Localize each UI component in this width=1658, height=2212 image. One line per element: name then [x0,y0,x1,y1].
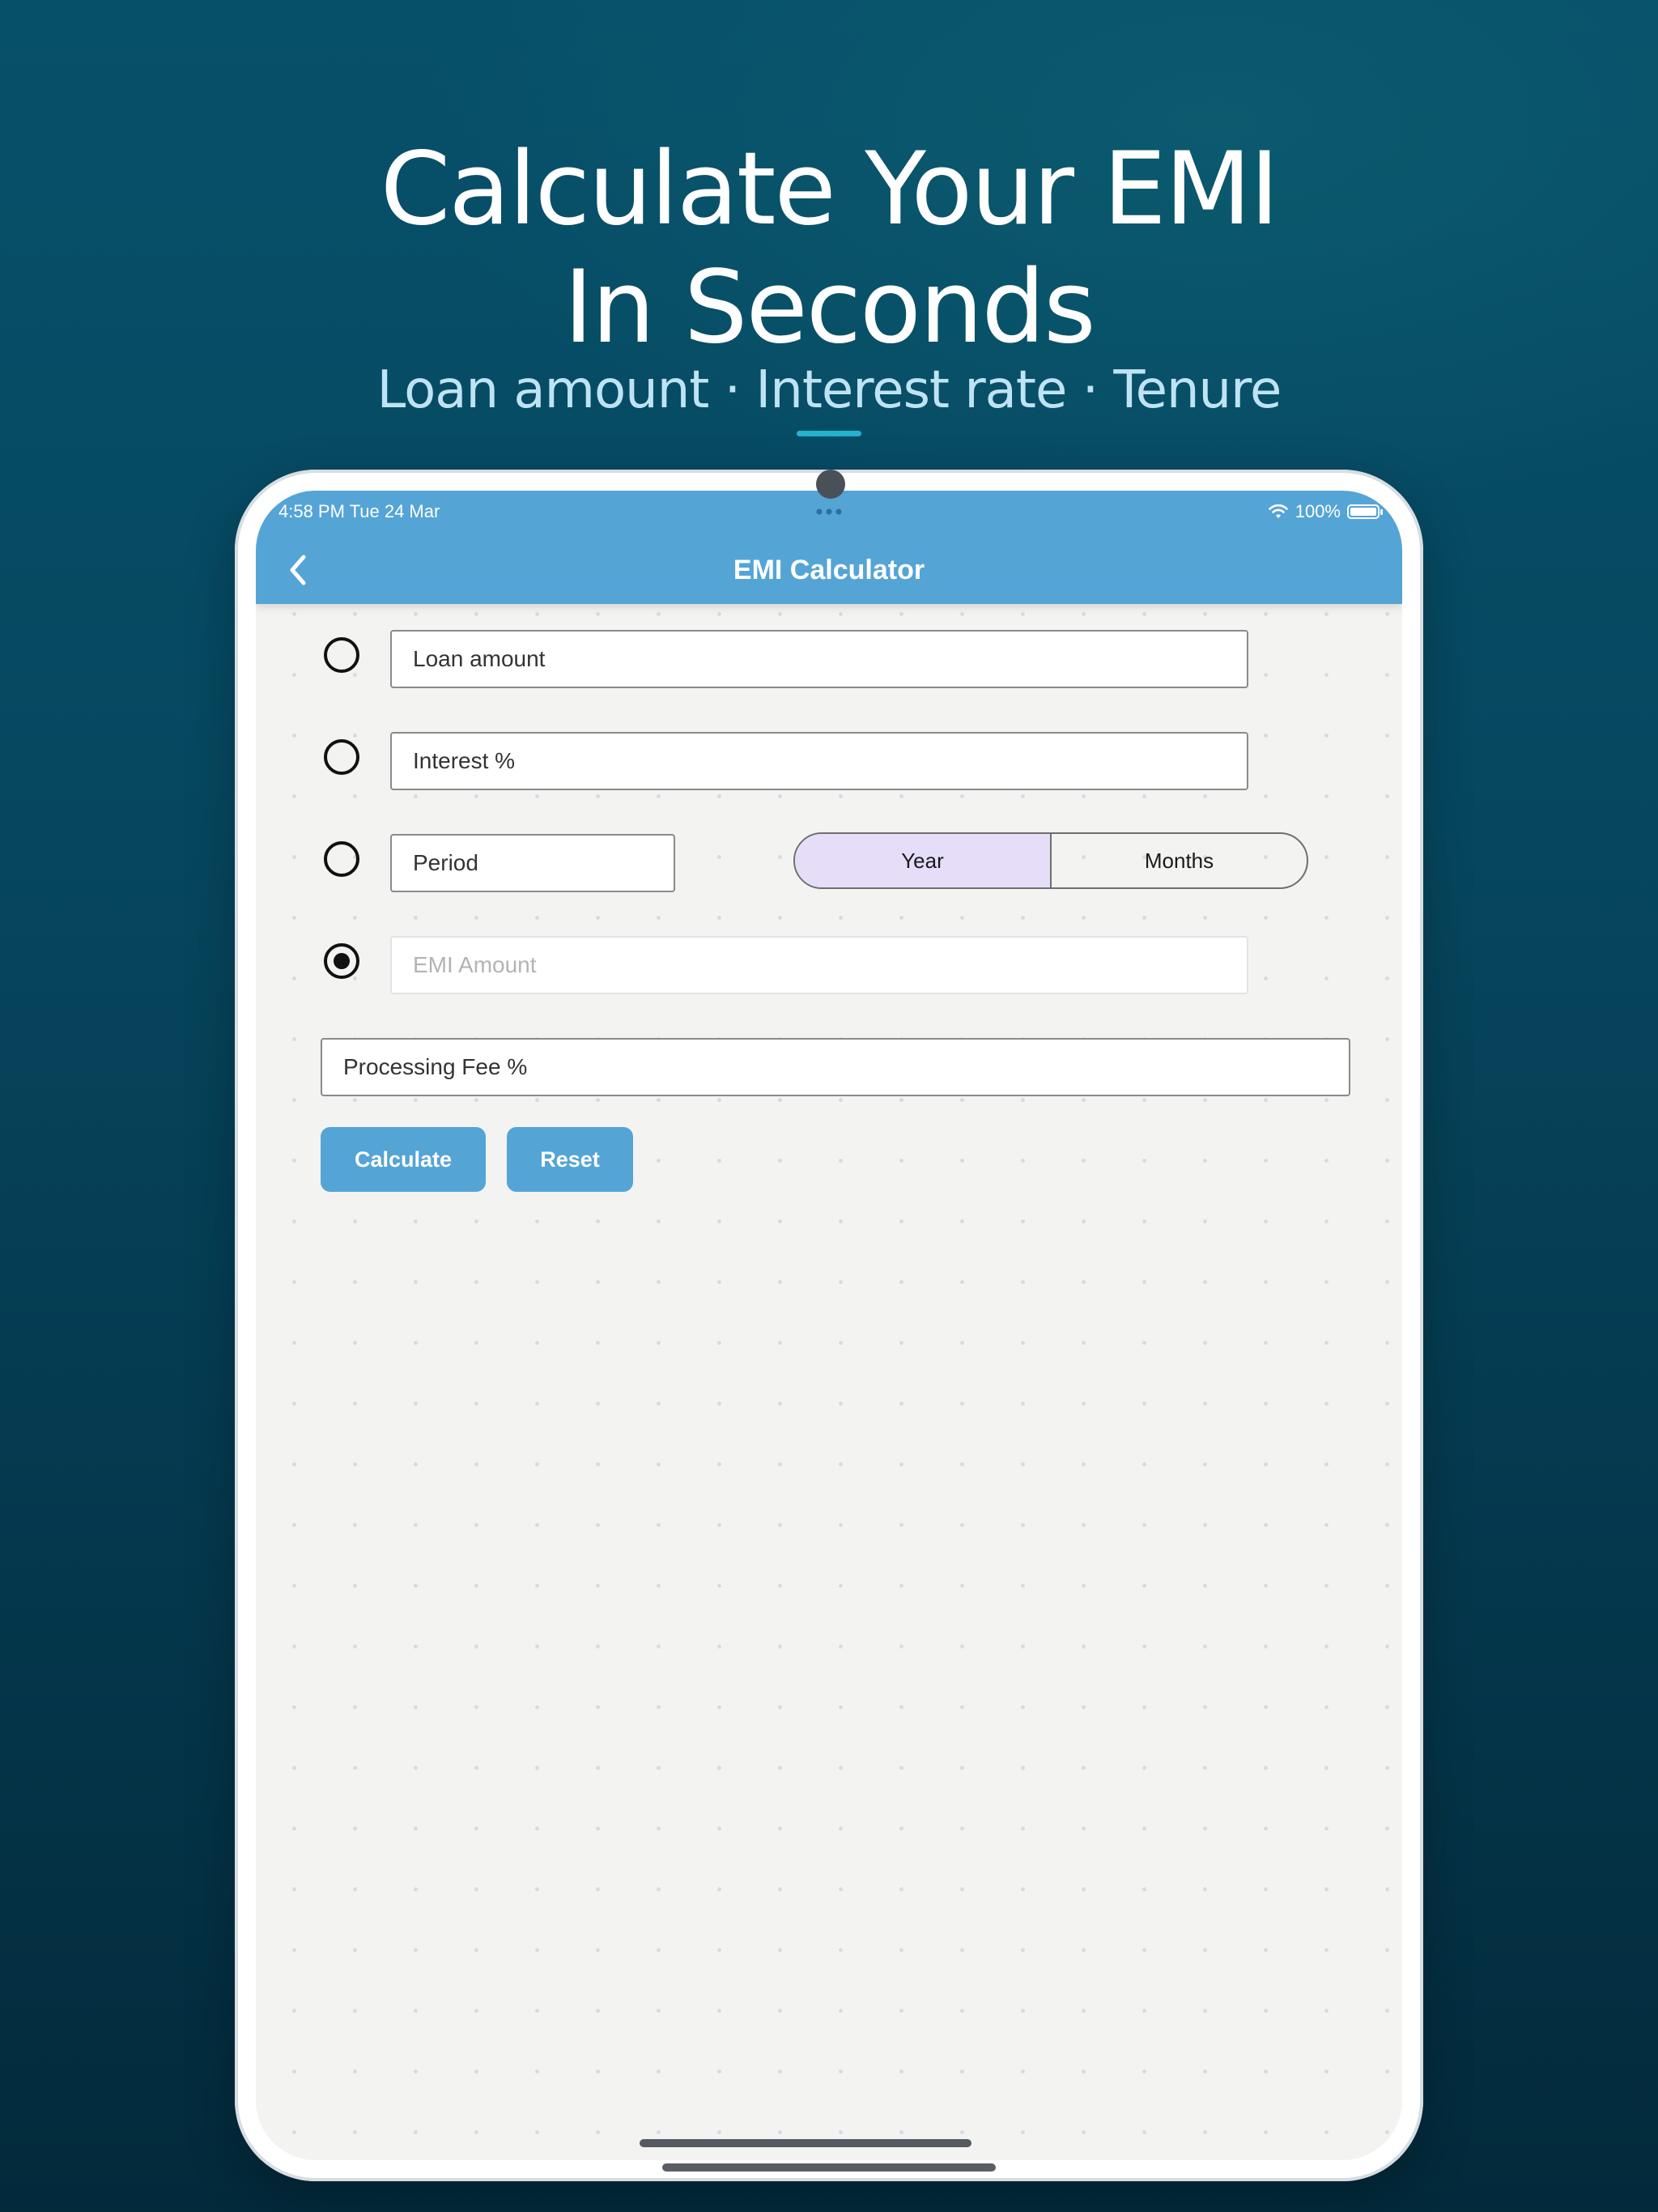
period-unit-months[interactable]: Months [1052,834,1307,887]
accent-underline [797,431,861,436]
processing-fee-input[interactable]: Processing Fee % [321,1038,1350,1096]
reset-button[interactable]: Reset [507,1127,633,1192]
promo-subline: Loan amount · Interest rate · Tenure [376,360,1282,420]
device-edge-indicator [662,2163,996,2172]
radio-interest[interactable] [324,739,359,775]
radio-loan-amount[interactable] [324,637,359,673]
promo-headline-line2: In Seconds [563,249,1096,366]
interest-input[interactable]: Interest % [390,732,1248,790]
app-screen: 4:58 PM Tue 24 Mar 100% EMI Calculator L… [256,491,1402,2160]
radio-period[interactable] [324,841,359,877]
loan-amount-input[interactable]: Loan amount [390,630,1248,688]
app-title: EMI Calculator [733,555,925,585]
camera-icon [816,470,845,499]
multitasking-dots-icon[interactable] [813,497,845,521]
app-bar: 4:58 PM Tue 24 Mar 100% EMI Calculator [256,491,1402,604]
period-input[interactable]: Period [390,834,675,892]
radio-emi-amount[interactable] [324,943,359,979]
calculate-button[interactable]: Calculate [321,1127,486,1192]
promo-headline-line1: Calculate Your EMI [380,131,1280,248]
status-time-date: 4:58 PM Tue 24 Mar [278,501,440,521]
period-unit-toggle[interactable]: Year Months [793,832,1308,889]
emi-amount-input[interactable]: EMI Amount [390,936,1248,994]
status-right: 100% [1268,497,1383,526]
period-unit-year[interactable]: Year [795,834,1052,887]
battery-percent: 100% [1295,501,1341,521]
wifi-icon [1268,504,1288,518]
battery-icon [1347,504,1383,519]
home-indicator[interactable] [640,2139,971,2147]
